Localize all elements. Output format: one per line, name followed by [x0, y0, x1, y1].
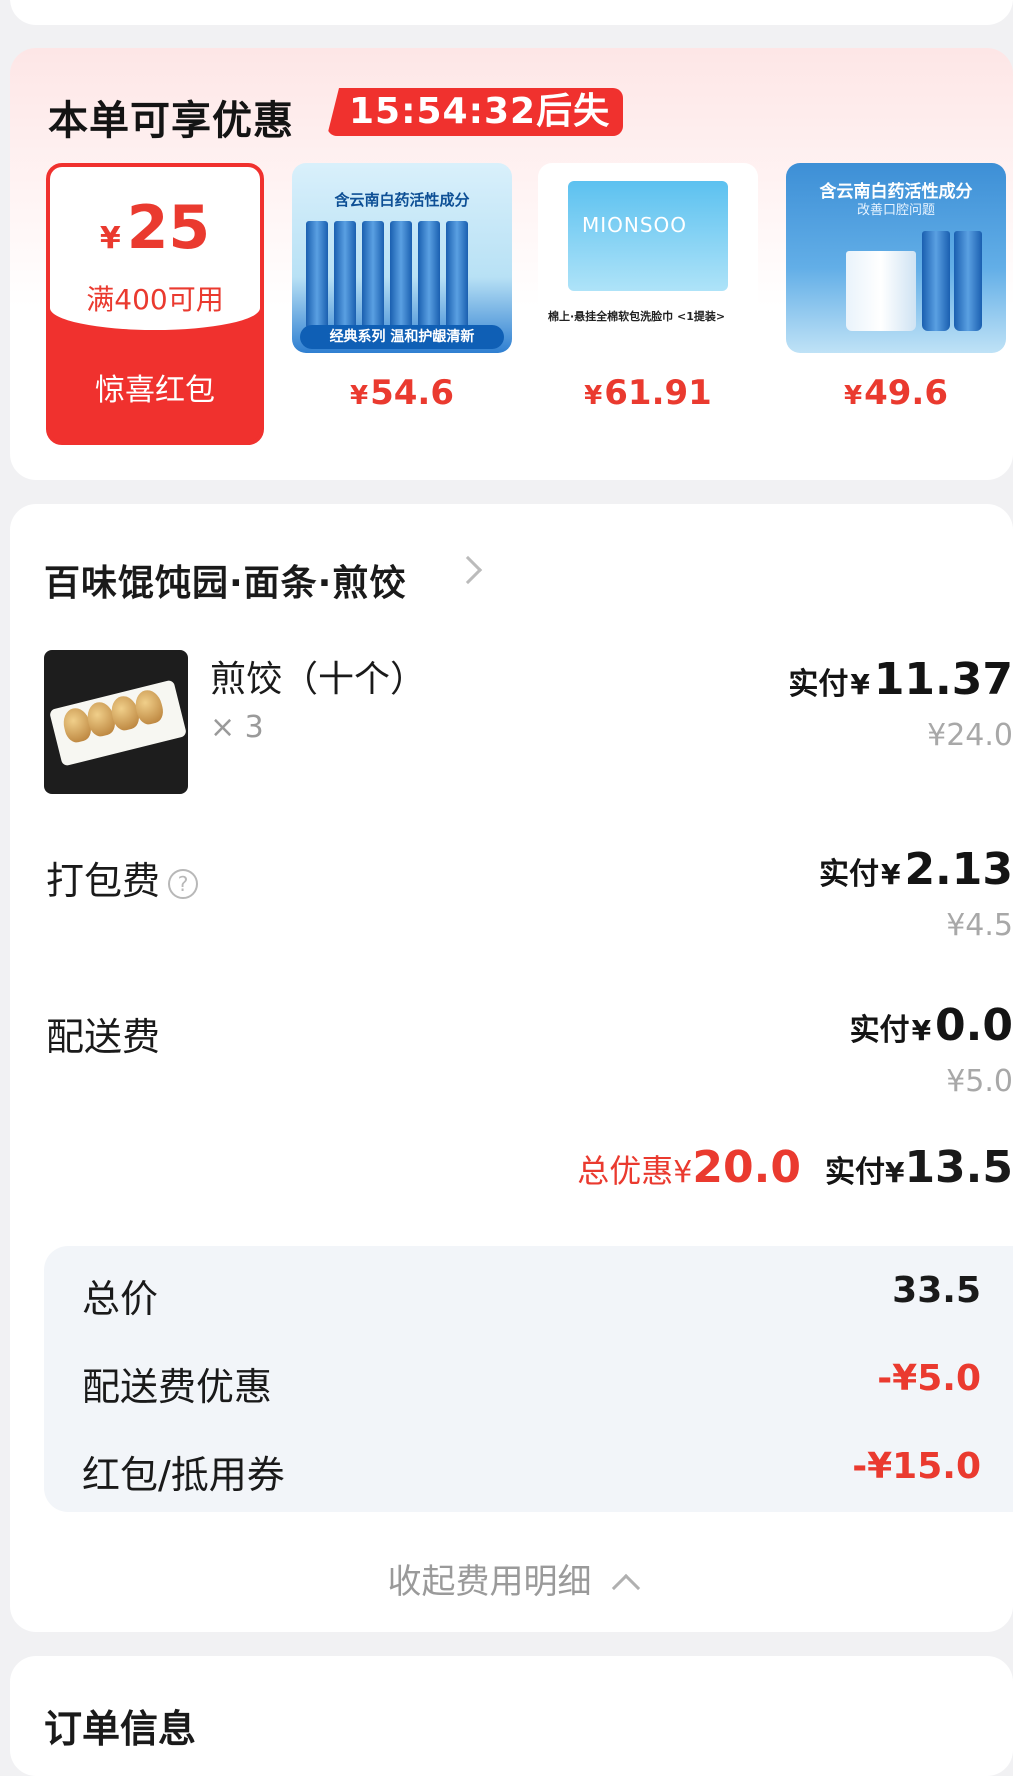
promo-title: 本单可享优惠: [48, 98, 294, 144]
item-original-price: ¥24.0: [927, 718, 1013, 753]
item-paid-label: 实付: [788, 667, 849, 702]
breakdown-value: -¥15.0: [852, 1446, 981, 1487]
product-3-currency: ¥: [844, 381, 863, 411]
delivery-paid-label: 实付: [849, 1013, 910, 1048]
promo-product-3[interactable]: 含云南白药活性成分 改善口腔问题 ¥49.6: [786, 163, 1006, 413]
tube-shape: [954, 231, 982, 331]
product-1-price: ¥54.6: [292, 373, 512, 413]
promo-product-2[interactable]: MIONSOO 棉上·悬挂全棉软包洗脸巾 <1提装> ¥61.91: [538, 163, 758, 413]
breakdown-label: 配送费优惠: [82, 1365, 273, 1409]
total-discount-label: 总优惠: [577, 1152, 674, 1190]
breakdown-value: -¥5.0: [877, 1358, 981, 1399]
help-icon[interactable]: ?: [168, 868, 199, 899]
coupon-amount: ¥25: [50, 195, 260, 272]
tube-shape: [334, 221, 356, 331]
tube-shape: [362, 221, 384, 331]
food-image: [44, 650, 188, 794]
tube-shape: [418, 221, 440, 331]
item-paid-currency: ¥: [850, 668, 870, 701]
breakdown-row: 配送费优惠 -¥5.0: [82, 1356, 981, 1409]
tube-shape: [922, 231, 950, 331]
previous-section-card: [10, 0, 1013, 25]
total-paid-currency: ¥: [884, 1156, 905, 1189]
product-1-caption: 含云南白药活性成分: [334, 191, 470, 209]
product-2-currency: ¥: [584, 381, 603, 411]
delivery-paid-currency: ¥: [911, 1014, 932, 1047]
breakdown-row: 红包/抵用券 -¥15.0: [82, 1444, 981, 1497]
total-paid-value: 13.5: [904, 1142, 1013, 1193]
fee-breakdown: 总价 33.5 配送费优惠 -¥5.0 红包/抵用券 -¥15.0: [44, 1246, 1013, 1512]
total-discount-currency: ¥: [673, 1155, 693, 1190]
packing-original-price: ¥4.5: [946, 908, 1013, 943]
toothpaste-pack-image: 含云南白药活性成分 改善口腔问题: [786, 163, 1006, 353]
promo-product-1[interactable]: 含云南白药活性成分 经典系列 温和护龈清新 ¥54.6: [292, 163, 512, 413]
item-paid: 实付¥11.37: [788, 654, 1013, 705]
packing-paid-currency: ¥: [880, 858, 901, 891]
tube-shape: [846, 251, 916, 331]
food-name: 煎饺（十个）: [210, 659, 427, 700]
packing-paid-value: 2.13: [904, 844, 1013, 895]
packing-paid-label: 实付: [818, 857, 879, 892]
order-summary: 总优惠¥20.0 实付¥13.5: [577, 1142, 1013, 1193]
food-quantity: × 3: [210, 710, 264, 745]
breakdown-label: 红包/抵用券: [82, 1453, 285, 1497]
chevron-up-icon: [611, 1573, 640, 1602]
product-1-price-value: 54.6: [370, 373, 454, 413]
product-2-brand: MIONSOO: [582, 213, 688, 237]
coupon-amount-value: 25: [126, 193, 211, 263]
tube-shape: [446, 221, 468, 331]
delivery-paid-value: 0.0: [935, 1000, 1013, 1051]
coupon-top: ¥25 满400可用: [50, 167, 260, 330]
product-2-price-value: 61.91: [604, 373, 712, 413]
total-discount-value: 20.0: [692, 1142, 801, 1193]
tube-shape: [390, 221, 412, 331]
breakdown-value: 33.5: [892, 1270, 981, 1311]
product-1-banner: 经典系列 温和护龈清新: [300, 325, 504, 349]
delivery-fee-label: 配送费: [46, 1015, 161, 1059]
packing-fee-label: 打包费?: [46, 850, 199, 905]
item-paid-value: 11.37: [873, 654, 1013, 705]
chevron-right-icon[interactable]: [453, 555, 483, 585]
store-name[interactable]: 百味馄饨园·面条·煎饺: [44, 554, 406, 606]
order-info-title: 订单信息: [44, 1707, 197, 1751]
collapse-fee-details-button[interactable]: 收起费用明细: [10, 1554, 1013, 1603]
product-3-price: ¥49.6: [786, 373, 1006, 413]
packing-paid: 实付¥2.13: [819, 844, 1013, 895]
product-2-price: ¥61.91: [538, 373, 758, 413]
product-3-price-value: 49.6: [864, 373, 948, 413]
product-1-currency: ¥: [350, 381, 369, 411]
toothpaste-set-image: 含云南白药活性成分 经典系列 温和护龈清新: [292, 163, 512, 353]
face-towel-image: MIONSOO 棉上·悬挂全棉软包洗脸巾 <1提装>: [538, 163, 758, 353]
promo-countdown: 15:54:32后失效: [327, 88, 623, 136]
breakdown-label: 总价: [82, 1277, 159, 1321]
coupon-card[interactable]: ¥25 满400可用 惊喜红包: [46, 163, 264, 445]
order-card: 百味馄饨园·面条·煎饺 煎饺（十个） × 3 实付¥11.37 ¥24.0 打包…: [10, 504, 1013, 1632]
tube-shape: [306, 221, 328, 331]
delivery-original-price: ¥5.0: [946, 1064, 1013, 1099]
coupon-currency: ¥: [99, 221, 121, 256]
product-2-text: 棉上·悬挂全棉软包洗脸巾 <1提装>: [548, 310, 726, 323]
promo-card: 本单可享优惠 15:54:32后失效 ¥25 满400可用 惊喜红包 含云南白药…: [10, 48, 1013, 480]
delivery-paid: 实付¥0.0: [850, 1000, 1013, 1051]
product-3-subcaption: 改善口腔问题: [856, 203, 935, 218]
order-info-card: 订单信息: [10, 1656, 1013, 1776]
breakdown-row: 总价 33.5: [82, 1268, 981, 1321]
coupon-condition: 满400可用: [86, 283, 224, 316]
coupon-label: 惊喜红包: [95, 373, 215, 408]
collapse-label: 收起费用明细: [387, 1562, 592, 1602]
packing-fee-text: 打包费: [46, 859, 161, 903]
total-paid-label: 实付: [824, 1155, 885, 1190]
